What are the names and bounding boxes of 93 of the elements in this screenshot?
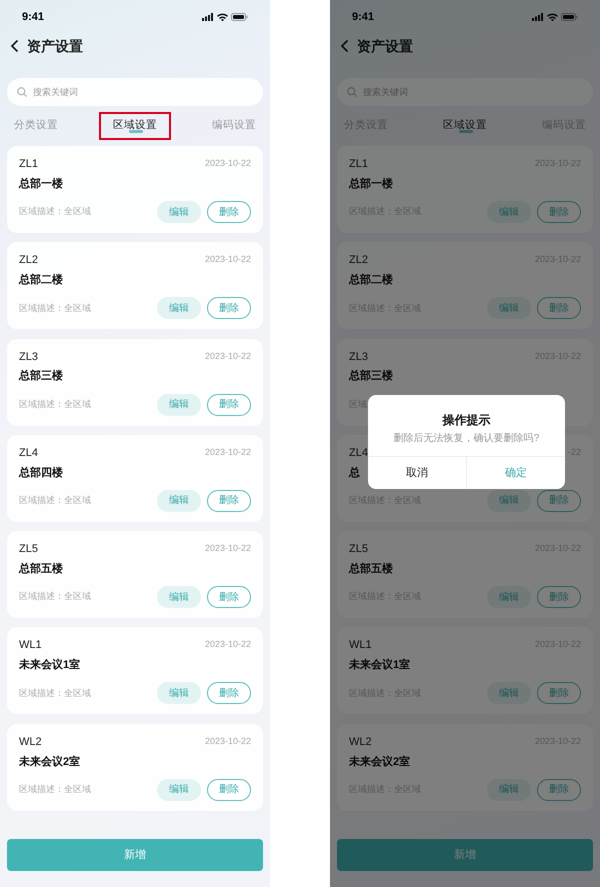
region-date: 2023-10-22 <box>204 446 251 459</box>
region-name: 未来会议2室 <box>19 754 80 770</box>
edit-button[interactable]: 编辑 <box>157 490 201 512</box>
tab-underline <box>459 130 473 133</box>
region-code: ZL3 <box>19 350 38 365</box>
edit-button[interactable]: 编辑 <box>487 490 531 512</box>
edit-button[interactable]: 编辑 <box>487 682 531 704</box>
edit-button[interactable]: 编辑 <box>157 201 201 223</box>
add-button[interactable]: 新增 <box>337 839 593 871</box>
delete-button[interactable]: 删除 <box>537 490 581 512</box>
region-code: WL1 <box>349 638 372 654</box>
region-name: 总部三楼 <box>349 368 393 384</box>
tab[interactable]: 区域设置 <box>99 112 171 140</box>
region-code: WL2 <box>19 734 42 750</box>
tab[interactable]: 分类设置 <box>0 112 72 140</box>
tab-underline <box>129 130 143 133</box>
region-name: 总部三楼 <box>19 368 63 384</box>
region-code: ZL1 <box>349 157 368 172</box>
region-description: 区域描述：全区域 <box>19 398 91 411</box>
region-code: ZL5 <box>349 542 368 558</box>
region-description: 区域描述：全区域 <box>19 494 91 508</box>
page-title: 资产设置 <box>27 36 83 56</box>
region-code: ZL5 <box>19 542 38 558</box>
delete-button[interactable]: 删除 <box>207 201 251 223</box>
edit-button[interactable]: 编辑 <box>157 778 201 801</box>
delete-button[interactable]: 删除 <box>207 297 251 320</box>
region-date: 2023-10-22 <box>204 734 251 748</box>
edit-button[interactable]: 编辑 <box>157 297 201 320</box>
region-name: 总 <box>349 466 360 481</box>
edit-button[interactable]: 编辑 <box>487 201 531 223</box>
battery-icon <box>231 13 248 21</box>
region-date: 2023-10-22 <box>204 253 251 266</box>
signal-icon <box>202 13 214 21</box>
region-name: 未来会议1室 <box>349 658 410 674</box>
delete-button[interactable]: 删除 <box>207 586 251 608</box>
edit-button[interactable]: 编辑 <box>487 297 531 320</box>
region-name: 总部二楼 <box>19 272 63 288</box>
region-name: 未来会议1室 <box>19 658 80 674</box>
edit-button[interactable]: 编辑 <box>487 586 531 608</box>
region-code: WL2 <box>349 734 372 750</box>
confirm-button[interactable]: 确定 <box>466 457 565 489</box>
region-description: 区域描述：全区域 <box>19 205 91 218</box>
status-time: 9:41 <box>352 10 374 25</box>
wifi-icon <box>547 13 558 21</box>
status-time: 9:41 <box>22 10 44 25</box>
region-description: 区域描述：全区域 <box>19 302 91 315</box>
edit-button[interactable]: 编辑 <box>487 778 531 801</box>
region-date: 2023-10-22 <box>204 157 251 170</box>
edit-button[interactable]: 编辑 <box>157 682 201 704</box>
delete-button[interactable]: 删除 <box>537 778 581 801</box>
region-code: ZL4 <box>19 446 38 461</box>
back-icon[interactable] <box>10 39 19 53</box>
region-date: 2023-10-22 <box>204 638 251 652</box>
search-icon <box>347 87 357 97</box>
tab[interactable]: 编码设置 <box>198 112 270 140</box>
delete-button[interactable]: 删除 <box>537 682 581 704</box>
region-code: ZL2 <box>19 253 38 268</box>
region-name: 总部五楼 <box>19 562 63 577</box>
dialog-message: 删除后无法恢复，确认要删除吗? <box>392 432 540 446</box>
signal-icon <box>532 13 544 21</box>
region-description: 区域描述：全区域 <box>19 686 91 700</box>
delete-button[interactable]: 删除 <box>207 490 251 512</box>
region-description: 区域描述：全区域 <box>19 783 91 796</box>
dialog-title: 操作提示 <box>441 412 492 429</box>
tab[interactable]: 区域设置 <box>429 112 501 140</box>
region-code: ZL4 <box>349 446 368 461</box>
search-icon <box>17 87 27 97</box>
region-date: 2023-10-22 <box>204 350 251 363</box>
add-button[interactable]: 新增 <box>7 839 263 871</box>
region-code: ZL2 <box>349 253 368 268</box>
region-name: 总部一楼 <box>349 176 393 192</box>
delete-button[interactable]: 删除 <box>207 682 251 704</box>
region-description: 区域描述：全区域 <box>19 590 91 604</box>
delete-button[interactable]: 删除 <box>207 394 251 416</box>
region-code: WL1 <box>19 638 42 654</box>
page-title: 资产设置 <box>357 36 413 56</box>
region-name: 总部一楼 <box>19 176 63 192</box>
delete-button[interactable]: 删除 <box>207 778 251 801</box>
search-field[interactable]: 搜索关键词 <box>7 78 263 106</box>
edit-button[interactable]: 编辑 <box>157 394 201 416</box>
region-code: ZL3 <box>349 350 368 365</box>
wifi-icon <box>217 13 228 21</box>
cancel-button[interactable]: 取消 <box>368 457 466 489</box>
region-code: ZL1 <box>19 157 38 172</box>
region-name: 总部五楼 <box>349 562 393 577</box>
delete-button[interactable]: 删除 <box>537 586 581 608</box>
region-name: 总部二楼 <box>349 272 393 288</box>
region-name: 未来会议2室 <box>349 754 410 770</box>
region-date: 2023-10-22 <box>204 542 251 556</box>
delete-button[interactable]: 删除 <box>537 297 581 320</box>
region-name: 总部四楼 <box>19 466 63 481</box>
delete-button[interactable]: 删除 <box>537 201 581 223</box>
edit-button[interactable]: 编辑 <box>157 586 201 608</box>
